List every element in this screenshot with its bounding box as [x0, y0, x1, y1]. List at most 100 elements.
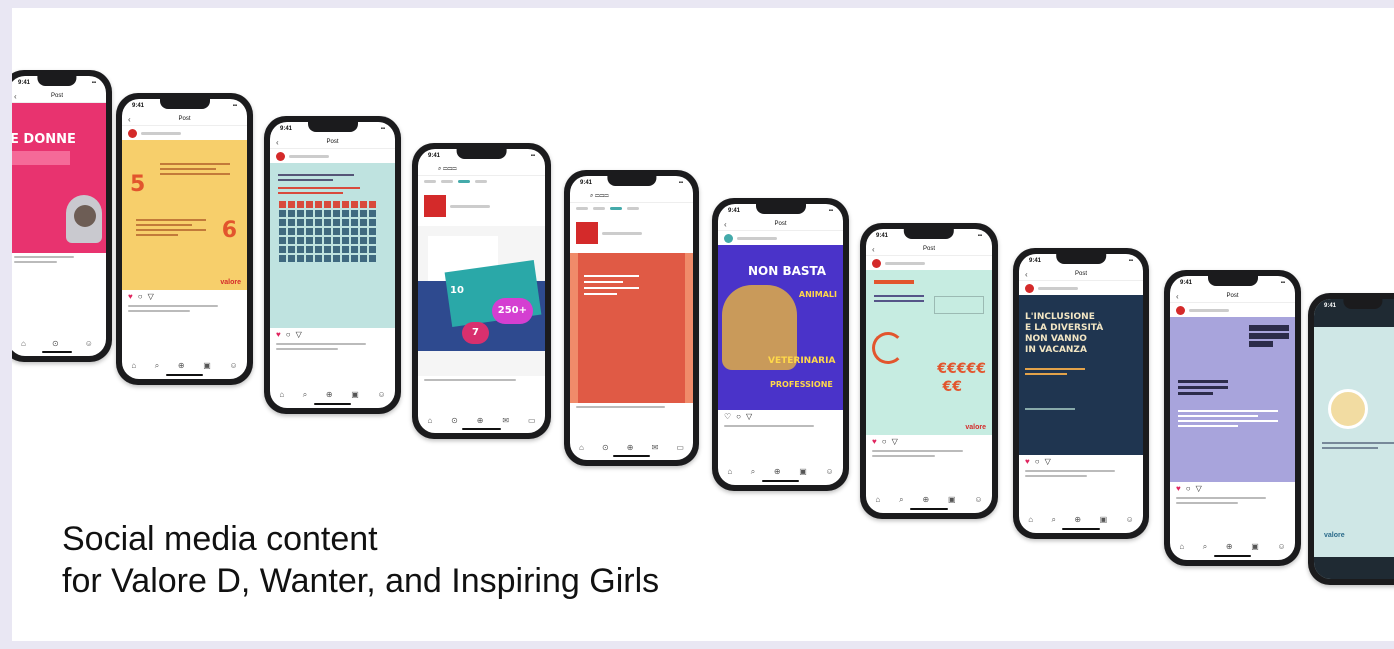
app-bar: ⌕ ▭▭▭: [570, 190, 693, 203]
post-line-1: NON BASTA: [748, 264, 827, 278]
page-headline: Social media content for Valore D, Wante…: [62, 518, 659, 602]
phone-screen: 9:41 ▪▪ ‹ Post 5 6 valore ♥ ○ ▽ ⌂ ⌕ ⊕ ▣ ☺: [122, 99, 247, 379]
share-icon[interactable]: ▽: [892, 437, 898, 446]
caption: [866, 450, 992, 457]
like-icon[interactable]: ♥: [1025, 457, 1030, 466]
tab-bar: ⌂ ⌕ ⊕ ▣ ☺: [875, 495, 983, 504]
app-bar: ‹ Post: [1019, 268, 1143, 281]
post-image: E DONNE: [12, 103, 106, 253]
share-icon[interactable]: ▽: [296, 330, 302, 339]
back-icon: ‹: [872, 244, 875, 254]
phone-mockup-10: 9:41 valore: [1308, 293, 1394, 585]
app-bar: ‹ Post: [122, 113, 247, 126]
euro-row-2: €€: [942, 379, 962, 395]
phone-screen: 9:41 valore: [1314, 299, 1394, 579]
phone-mockup-6: 9:41 ▪▪ ‹ Post NON BASTA ANIMALI VETERINAR…: [712, 198, 849, 491]
brand-logo: valore: [1324, 532, 1345, 539]
badge-250: 250+: [491, 298, 533, 324]
post-actions: ♡ ○ ▽: [718, 410, 843, 422]
share-icon[interactable]: ▽: [1196, 484, 1202, 493]
post-line-1: L'INCLUSIONE: [1025, 312, 1095, 322]
post-line-4: IN VACANZA: [1025, 345, 1087, 355]
like-icon[interactable]: ♡: [724, 412, 731, 421]
badge-7: 7: [462, 322, 489, 344]
back-icon: ‹: [128, 114, 131, 124]
app-bar: ‹ Post: [1170, 290, 1295, 303]
post-image: [1170, 317, 1295, 482]
tab-bar: ⌂ ⊙ ☺: [21, 339, 93, 348]
share-icon[interactable]: ▽: [148, 292, 154, 301]
phone-mockup-3: 9:41 ▪▪ ‹ Post ♥ ○ ▽ ⌂ ⌕ ⊕ ▣ ☺: [264, 116, 401, 414]
like-icon[interactable]: ♥: [276, 330, 281, 339]
brand-logo: valore: [220, 279, 241, 286]
caption: [1019, 470, 1143, 477]
tab-bar: ⌂ ⊙ ⊕ ✉ ▭: [579, 443, 684, 452]
comment-icon[interactable]: ○: [286, 330, 291, 339]
avatar: [1176, 305, 1185, 315]
phone-mockup-9: 9:41 ▪▪ ‹ Post ♥ ○ ▽ ⌂ ⌕ ⊕ ▣ ☺: [1164, 270, 1301, 566]
avatar: [872, 258, 881, 268]
phone-mockup-7: 9:41 ▪▪ ‹ Post €€€€€ €€ valore ♥ ○ ▽ ⌂ ⌕ ⊕ ▣ ☺: [860, 223, 998, 519]
phone-mockup-4: 9:41 ▪▪ ⌕ ▭▭▭ 10 250+ 7 ⌂ ⊙ ⊕ ✉ ▭: [412, 143, 551, 439]
tab-bar: ⌂ ⌕ ⊕ ▣ ☺: [1028, 515, 1134, 524]
profile-row: [270, 149, 395, 163]
comment-icon[interactable]: ○: [1035, 457, 1040, 466]
app-bar: ‹ Post: [866, 243, 992, 256]
post-number-6: 6: [221, 218, 237, 243]
tab-bar: ⌂ ⌕ ⊕ ▣ ☺: [279, 390, 386, 399]
avatar: [1025, 283, 1034, 293]
post-line-2: E LA DIVERSITÀ: [1025, 323, 1104, 333]
back-icon: ‹: [1176, 291, 1179, 301]
phone-mockup-8: 9:41 ▪▪ ‹ Post L'INCLUSIONE E LA DIVERSITÀ…: [1013, 248, 1149, 539]
profile-row: [1170, 303, 1295, 317]
euro-row-1: €€€€€: [937, 361, 986, 377]
caption: [418, 379, 545, 381]
post-image: 10 250+ 7: [418, 226, 545, 376]
phone-screen: 9:41 ▪▪ ‹ Post E DONNE ⌂ ⊙ ☺: [12, 76, 106, 356]
app-bar: ‹ Post: [12, 90, 106, 103]
like-icon[interactable]: ♥: [1176, 484, 1181, 493]
headline-line-2: for Valore D, Wanter, and Inspiring Girl…: [62, 562, 660, 600]
caption: [1170, 497, 1295, 504]
share-icon[interactable]: ▽: [746, 412, 752, 421]
like-icon[interactable]: ♥: [872, 437, 877, 446]
app-bar: ⌕ ▭▭▭: [418, 163, 545, 176]
post-image: L'INCLUSIONE E LA DIVERSITÀ NON VANNO IN…: [1019, 295, 1143, 455]
post-line-2: ANIMALI: [798, 290, 837, 299]
post-actions: ♥ ○ ▽: [866, 435, 992, 447]
like-icon[interactable]: ♥: [128, 292, 133, 301]
avatar: [724, 233, 733, 243]
tab-bar: ⌂ ⊙ ⊕ ✉ ▭: [427, 416, 536, 425]
phone-screen: 9:41 ▪▪ ‹ Post ♥ ○ ▽ ⌂ ⌕ ⊕ ▣ ☺: [270, 122, 395, 408]
comment-icon[interactable]: ○: [1186, 484, 1191, 493]
post-actions: ♥ ○ ▽: [122, 290, 247, 302]
badge-10: 10: [450, 285, 464, 296]
phone-screen: 9:41 ▪▪ ⌕ ▭▭▭ ⌂ ⊙ ⊕ ✉ ▭: [570, 176, 693, 460]
tab-bar: ⌂ ⌕ ⊕ ▣ ☺: [1179, 542, 1286, 551]
post-image: €€€€€ €€ valore: [866, 270, 992, 435]
tab-bar: ⌂ ⌕ ⊕ ▣ ☺: [131, 361, 238, 370]
caption: [122, 305, 247, 312]
phone-screen: 9:41 ▪▪ ‹ Post €€€€€ €€ valore ♥ ○ ▽ ⌂ ⌕ ⊕ ▣ ☺: [866, 229, 992, 513]
comment-icon[interactable]: ○: [138, 292, 143, 301]
share-icon[interactable]: ▽: [1045, 457, 1051, 466]
comment-icon[interactable]: ○: [736, 412, 741, 421]
post-image: NON BASTA ANIMALI VETERINARIA PROFESSION…: [718, 245, 843, 410]
profile-row: [1019, 281, 1143, 295]
caption: [718, 425, 843, 427]
post-image: 5 6 valore: [122, 140, 247, 290]
comment-icon[interactable]: ○: [882, 437, 887, 446]
tab-bar: ⌂ ⌕ ⊕ ▣ ☺: [727, 467, 834, 476]
euro-circle: [872, 332, 904, 364]
avatar: [128, 128, 137, 138]
back-icon: ‹: [1025, 269, 1028, 279]
canvas: 9:41 ▪▪ ‹ Post E DONNE ⌂ ⊙ ☺ 9:41 ▪▪ ‹ Post 5 …: [12, 8, 1394, 641]
back-icon: ‹: [14, 91, 17, 101]
app-bar: ‹ Post: [718, 218, 843, 231]
phone-mockup-5: 9:41 ▪▪ ⌕ ▭▭▭ ⌂ ⊙ ⊕ ✉ ▭: [564, 170, 699, 466]
caption: [270, 343, 395, 350]
brand-logo: valore: [965, 424, 986, 431]
profile-row: [418, 186, 545, 226]
phone-mockup-1: 9:41 ▪▪ ‹ Post E DONNE ⌂ ⊙ ☺: [12, 70, 112, 362]
post-actions: ♥ ○ ▽: [270, 328, 395, 340]
